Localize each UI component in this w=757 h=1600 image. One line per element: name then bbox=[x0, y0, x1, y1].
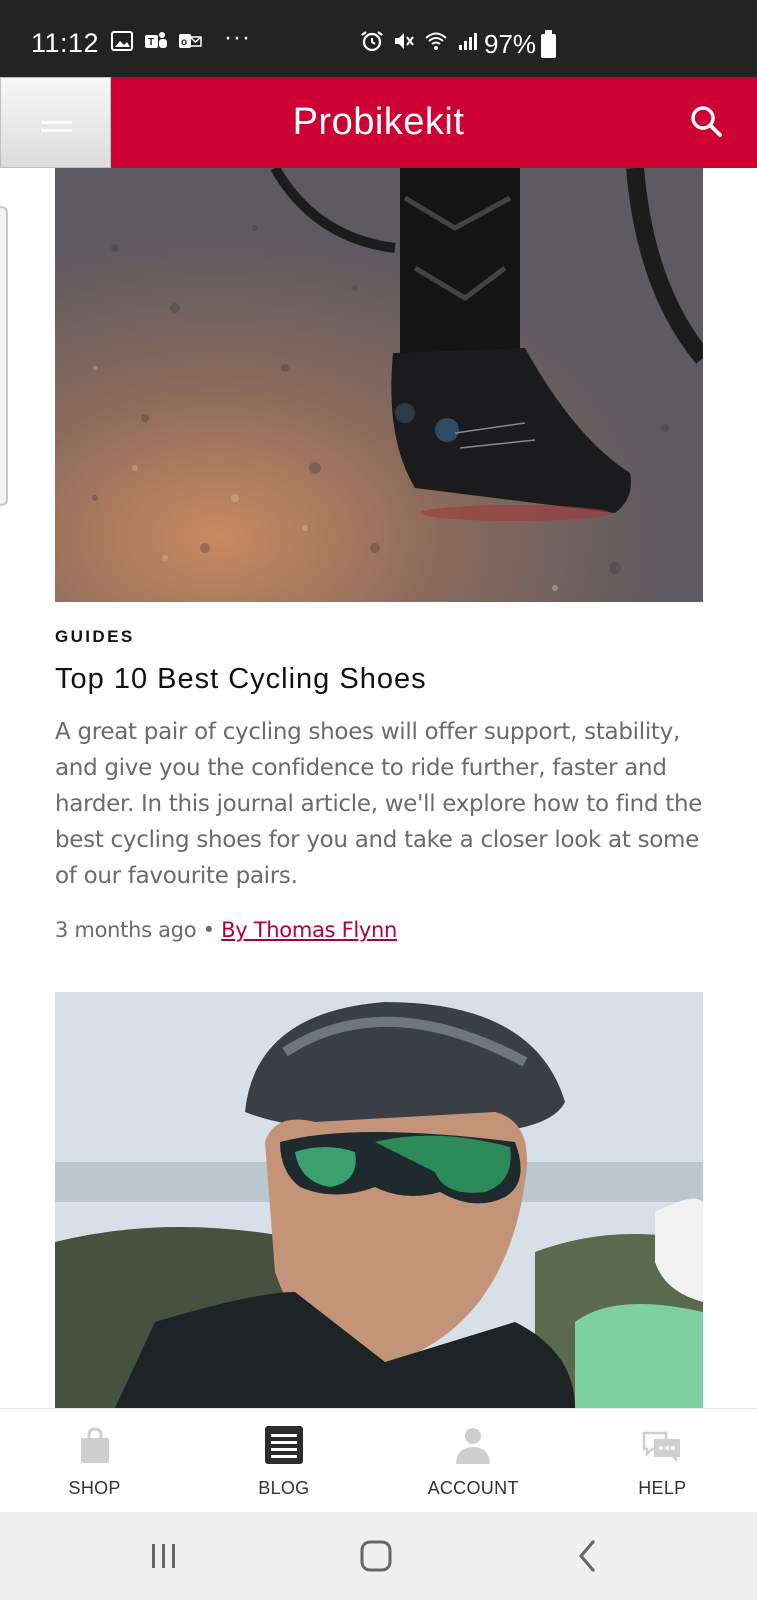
home-icon[interactable] bbox=[354, 1534, 398, 1578]
nav-shop-label: SHOP bbox=[68, 1478, 121, 1498]
recents-icon[interactable] bbox=[142, 1534, 186, 1578]
nav-blog-label: BLOG bbox=[258, 1478, 310, 1498]
article-age: 3 months ago bbox=[55, 918, 197, 942]
article-title[interactable]: Top 10 Best Cycling Shoes bbox=[55, 663, 427, 696]
hamburger-menu-button[interactable] bbox=[0, 77, 111, 168]
article-image-cyclist[interactable] bbox=[55, 992, 703, 1408]
nav-help-label: HELP bbox=[638, 1478, 687, 1498]
hamburger-menu-icon-bar bbox=[41, 129, 72, 132]
hamburger-menu-icon bbox=[41, 121, 72, 124]
nav-blog[interactable]: BLOG bbox=[189, 1409, 378, 1512]
blog-list-icon bbox=[264, 1426, 303, 1464]
cycling-shoe-photo bbox=[55, 168, 703, 602]
signal-icon bbox=[459, 33, 477, 50]
app-header: Probikekit bbox=[0, 77, 757, 168]
outlook-icon: o bbox=[179, 34, 202, 48]
nav-shop[interactable]: SHOP bbox=[0, 1409, 189, 1512]
edge-panel-handle[interactable] bbox=[0, 206, 8, 506]
wifi-icon bbox=[425, 32, 447, 50]
bottom-navigation: SHOP BLOG ACCOUNT HELP bbox=[0, 1408, 757, 1512]
alarm-icon bbox=[361, 31, 383, 52]
account-person-icon bbox=[456, 1428, 491, 1464]
article-author-link[interactable]: By Thomas Flynn bbox=[221, 918, 397, 942]
notification-icons: T o bbox=[110, 30, 202, 52]
back-icon[interactable] bbox=[566, 1534, 610, 1578]
cyclist-photo bbox=[55, 992, 703, 1408]
shopping-bag-icon bbox=[80, 1427, 109, 1463]
mute-icon bbox=[395, 33, 414, 49]
status-time: 11:12 bbox=[31, 28, 100, 58]
brand-logo[interactable]: Probikekit bbox=[111, 77, 646, 168]
article-category[interactable]: GUIDES bbox=[55, 627, 135, 647]
nav-account[interactable]: ACCOUNT bbox=[379, 1409, 568, 1512]
article-excerpt: A great pair of cycling shoes will offer… bbox=[55, 719, 703, 889]
gallery-icon bbox=[111, 31, 133, 51]
nav-account-label: ACCOUNT bbox=[427, 1478, 519, 1498]
system-navigation-bar bbox=[0, 1512, 757, 1600]
search-icon[interactable] bbox=[687, 102, 727, 142]
system-status-icons bbox=[360, 30, 480, 52]
more-notifications-icon: ··· bbox=[224, 24, 251, 51]
nav-help[interactable]: HELP bbox=[568, 1409, 757, 1512]
battery-icon bbox=[541, 30, 556, 58]
svg-text:T: T bbox=[148, 37, 154, 48]
meta-separator: • bbox=[202, 918, 215, 942]
teams-icon: T bbox=[145, 32, 167, 48]
chat-bubbles-icon bbox=[643, 1431, 681, 1462]
article-meta: 3 months ago • By Thomas Flynn bbox=[55, 918, 397, 942]
battery-percentage: 97% bbox=[484, 29, 537, 59]
svg-text:o: o bbox=[181, 37, 187, 48]
status-bar: 11:12 T o ··· 97% bbox=[0, 0, 757, 77]
article-image-cycling-shoe[interactable] bbox=[55, 168, 703, 602]
